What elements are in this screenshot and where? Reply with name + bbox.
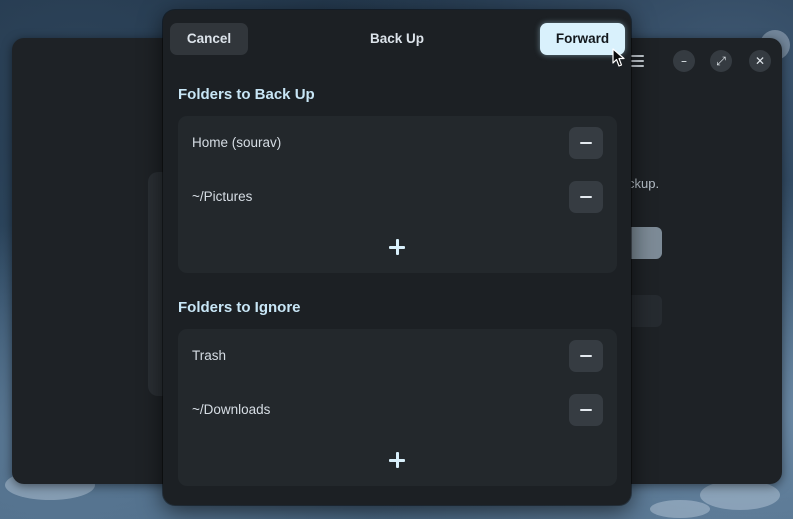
background-primary-button [626, 227, 662, 259]
backup-section-title: Folders to Back Up [178, 86, 315, 103]
folder-label: ~/Downloads [192, 402, 271, 417]
ignore-folders-list: Trash ~/Downloads [178, 329, 617, 486]
folder-label: Home (sourav) [192, 135, 282, 150]
mouse-cursor-icon [612, 48, 625, 67]
folder-label: ~/Pictures [192, 189, 253, 204]
list-item: Home (sourav) [178, 116, 617, 170]
backup-folders-list: Home (sourav) ~/Pictures [178, 116, 617, 273]
remove-folder-button[interactable] [569, 127, 603, 159]
remove-folder-button[interactable] [569, 181, 603, 213]
background-window-text: ckup. [628, 176, 660, 191]
add-backup-folder-button[interactable] [384, 234, 410, 260]
list-item: ~/Pictures [178, 170, 617, 224]
backup-dialog: Cancel Back Up Forward Folders to Back U… [163, 10, 631, 505]
close-icon[interactable]: ✕ [749, 50, 771, 72]
list-item: Trash [178, 329, 617, 383]
hamburger-menu-icon[interactable] [630, 55, 644, 67]
maximize-icon[interactable]: ⤢ [710, 50, 732, 72]
folder-label: Trash [192, 348, 227, 363]
minimize-icon[interactable]: – [673, 50, 695, 72]
background-field [626, 295, 662, 327]
list-item: ~/Downloads [178, 383, 617, 437]
remove-folder-button[interactable] [569, 394, 603, 426]
remove-folder-button[interactable] [569, 340, 603, 372]
ignore-section-title: Folders to Ignore [178, 299, 301, 316]
add-ignore-folder-button[interactable] [384, 447, 410, 473]
cancel-button[interactable]: Cancel [170, 23, 248, 55]
dialog-header: Cancel Back Up Forward [163, 10, 631, 66]
